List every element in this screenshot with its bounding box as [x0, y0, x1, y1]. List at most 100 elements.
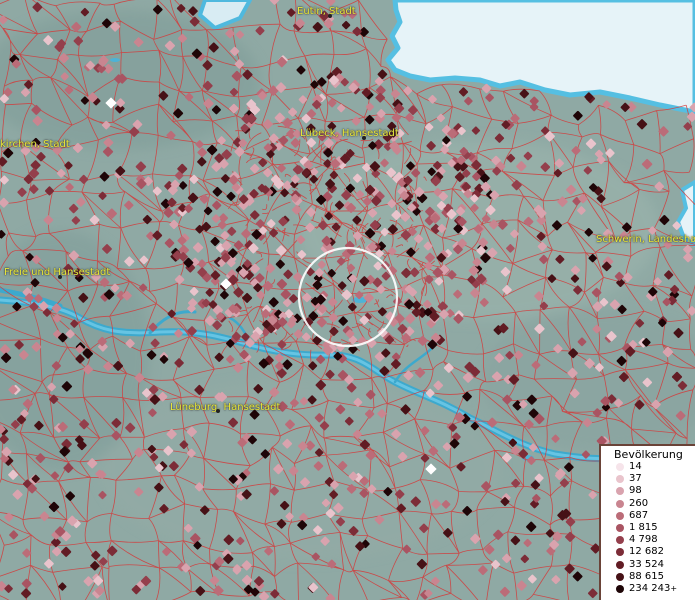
population-marker[interactable] — [262, 119, 273, 130]
population-marker[interactable] — [283, 269, 293, 280]
population-marker[interactable] — [269, 228, 279, 238]
population-marker[interactable] — [484, 544, 495, 555]
population-marker[interactable] — [210, 270, 221, 281]
population-marker[interactable] — [189, 287, 199, 297]
population-marker[interactable] — [516, 580, 527, 591]
population-marker[interactable] — [64, 161, 73, 170]
population-marker[interactable] — [89, 214, 100, 226]
population-marker[interactable] — [192, 242, 204, 253]
population-marker[interactable] — [176, 4, 186, 13]
population-marker[interactable] — [169, 219, 179, 230]
population-marker[interactable] — [478, 565, 488, 575]
population-marker[interactable] — [233, 240, 244, 251]
population-marker[interactable] — [573, 110, 583, 121]
population-marker[interactable] — [8, 469, 19, 480]
population-marker[interactable] — [654, 181, 665, 192]
population-marker[interactable] — [83, 576, 94, 587]
population-marker[interactable] — [68, 203, 79, 214]
population-marker[interactable] — [414, 367, 426, 378]
city-label-eutin[interactable]: Eutin, Stadt — [297, 6, 356, 17]
population-marker[interactable] — [187, 192, 199, 204]
population-marker[interactable] — [30, 160, 41, 171]
population-marker[interactable] — [124, 200, 134, 210]
city-label-schwerin[interactable]: Schwerin, Landeshau — [596, 234, 695, 245]
population-marker[interactable] — [174, 274, 185, 285]
population-marker[interactable] — [0, 197, 9, 208]
population-marker[interactable] — [255, 26, 265, 36]
population-marker[interactable] — [338, 316, 348, 326]
population-marker[interactable] — [377, 307, 388, 317]
population-marker[interactable] — [51, 546, 62, 557]
population-marker[interactable] — [316, 317, 327, 328]
population-marker[interactable] — [286, 8, 296, 17]
population-marker[interactable] — [519, 88, 530, 99]
population-marker[interactable] — [262, 280, 274, 292]
population-marker[interactable] — [269, 0, 280, 5]
population-marker[interactable] — [276, 278, 288, 290]
population-marker[interactable] — [302, 292, 312, 303]
population-marker[interactable] — [174, 358, 184, 368]
city-label-luebeck[interactable]: Lübeck, Hansestadt — [300, 128, 399, 139]
population-marker[interactable] — [683, 244, 693, 255]
population-marker[interactable] — [106, 208, 117, 219]
population-marker[interactable] — [265, 263, 276, 274]
population-marker[interactable] — [293, 329, 304, 339]
population-marker[interactable] — [636, 119, 648, 130]
population-marker[interactable] — [390, 89, 401, 99]
population-marker[interactable] — [249, 163, 260, 174]
population-marker[interactable] — [510, 535, 521, 546]
population-marker[interactable] — [282, 359, 293, 370]
population-marker[interactable] — [39, 511, 50, 522]
city-label-kirchen[interactable]: kirchen, Stadt — [0, 139, 70, 150]
population-marker[interactable] — [275, 259, 285, 269]
population-marker[interactable] — [493, 529, 504, 540]
population-marker[interactable] — [124, 256, 135, 267]
population-marker[interactable] — [50, 471, 60, 480]
population-marker[interactable] — [641, 158, 653, 170]
population-marker[interactable] — [135, 161, 147, 172]
population-marker[interactable] — [32, 2, 43, 13]
population-marker[interactable] — [277, 340, 287, 350]
population-marker[interactable] — [178, 181, 188, 190]
population-marker[interactable] — [241, 560, 252, 571]
population-marker[interactable] — [250, 210, 260, 220]
population-marker[interactable] — [499, 586, 511, 597]
population-marker[interactable] — [71, 216, 81, 225]
population-marker[interactable] — [310, 167, 319, 177]
city-label-lueneburg[interactable]: Lüneburg, Hansestadt — [170, 402, 280, 413]
population-marker[interactable] — [403, 370, 414, 381]
population-marker[interactable] — [572, 571, 583, 582]
population-marker[interactable] — [352, 26, 362, 37]
population-marker[interactable] — [214, 352, 224, 362]
population-marker[interactable] — [528, 574, 538, 584]
population-marker[interactable] — [683, 122, 692, 131]
population-marker[interactable] — [44, 558, 55, 569]
population-marker[interactable] — [241, 228, 252, 239]
population-marker[interactable] — [433, 380, 444, 391]
population-marker[interactable] — [325, 593, 336, 600]
population-marker[interactable] — [197, 157, 207, 167]
population-marker[interactable] — [585, 138, 597, 149]
population-marker[interactable] — [296, 65, 306, 75]
population-marker[interactable] — [195, 586, 206, 597]
population-marker[interactable] — [364, 114, 375, 125]
population-marker[interactable] — [587, 588, 598, 599]
population-marker[interactable] — [341, 20, 351, 30]
population-marker[interactable] — [501, 452, 513, 463]
population-marker[interactable] — [226, 191, 236, 201]
population-marker[interactable] — [17, 187, 27, 197]
population-marker[interactable] — [471, 126, 481, 135]
population-marker[interactable] — [56, 168, 66, 178]
population-marker[interactable] — [91, 550, 101, 560]
population-marker[interactable] — [431, 576, 440, 586]
population-marker[interactable] — [99, 557, 108, 566]
population-marker[interactable] — [76, 197, 86, 207]
population-marker[interactable] — [209, 575, 220, 586]
population-marker[interactable] — [235, 30, 245, 39]
population-marker[interactable] — [298, 95, 308, 104]
population-marker[interactable] — [664, 270, 674, 280]
population-marker[interactable] — [309, 175, 319, 184]
population-marker[interactable] — [526, 521, 537, 532]
population-marker[interactable] — [152, 230, 163, 241]
population-marker[interactable] — [21, 578, 32, 589]
